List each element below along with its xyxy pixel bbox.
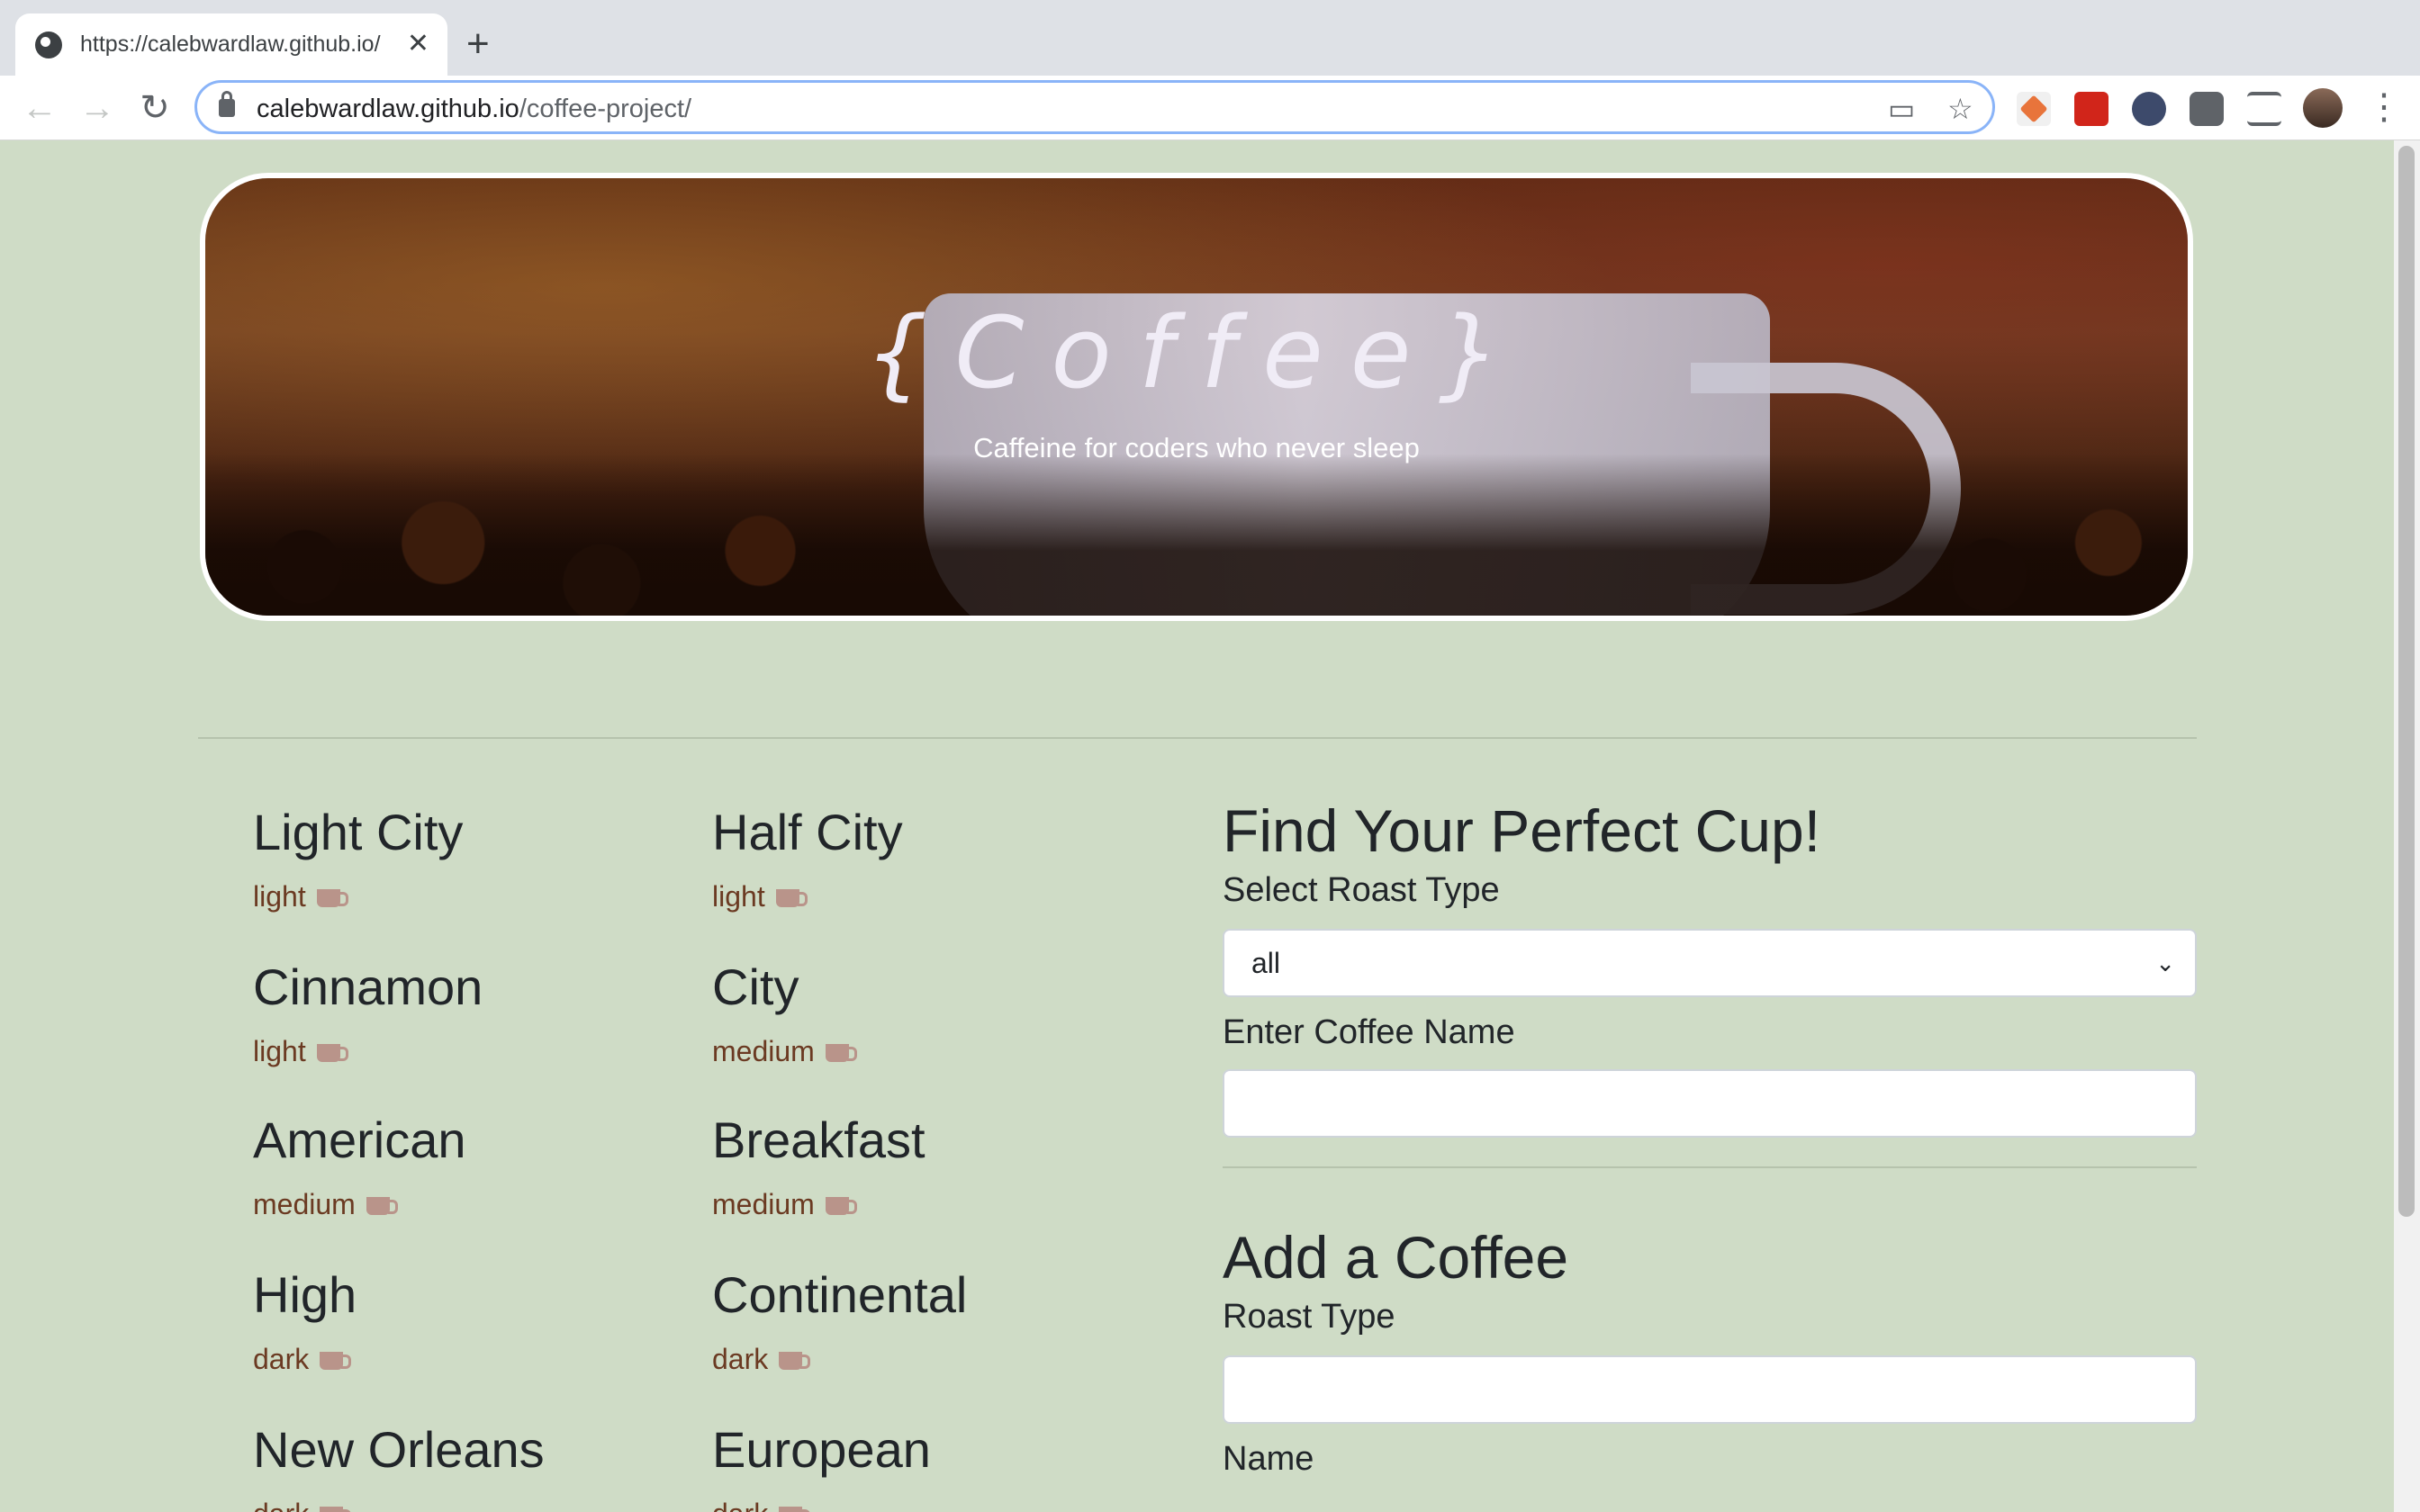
roast-label: light — [253, 1035, 306, 1067]
coffee-beans-image — [205, 454, 2188, 616]
coffee-item: City medium — [712, 956, 1144, 1068]
roast-type-select[interactable]: all ⌄ — [1223, 929, 2197, 997]
coffee-cup-icon — [320, 1506, 352, 1512]
coffee-roast: dark — [253, 1343, 685, 1376]
hero-title: {Coffee} — [864, 295, 1529, 410]
coffee-roast: medium — [253, 1188, 685, 1221]
section-divider — [198, 737, 2197, 739]
add-coffee-heading: Add a Coffee — [1223, 1224, 1569, 1291]
coffee-roast: dark — [253, 1498, 685, 1512]
coffee-roast: light — [253, 1035, 685, 1068]
coffee-cup-icon — [825, 1043, 857, 1064]
chrome-menu-icon[interactable]: ⋮ — [2366, 85, 2402, 130]
coffee-item: Light City light — [253, 801, 685, 914]
add-roast-label: Roast Type — [1223, 1298, 1395, 1336]
roast-label: dark — [253, 1498, 309, 1512]
coffee-cup-icon — [320, 1351, 352, 1372]
coffee-cup-icon — [775, 888, 808, 909]
add-name-label: Name — [1223, 1440, 1314, 1478]
roast-label: dark — [253, 1343, 310, 1375]
url-path: /coffee-project/ — [519, 94, 692, 123]
coffee-roast: light — [712, 880, 1144, 914]
coffee-item: New Orleans dark — [253, 1418, 685, 1512]
reading-list-icon[interactable] — [2247, 92, 2281, 126]
coffee-item: Half City light — [712, 801, 1144, 914]
coffee-name: American — [253, 1112, 466, 1168]
browser-toolbar: ← → ↻ calebwardlaw.github.io/coffee-proj… — [0, 76, 2420, 140]
coffee-roast: medium — [712, 1188, 1144, 1221]
roast-label: light — [712, 880, 765, 913]
coffee-cup-icon — [316, 1043, 348, 1064]
coffee-item: American medium — [253, 1109, 685, 1221]
coffee-cup-icon — [779, 1506, 811, 1512]
add-roast-input[interactable] — [1223, 1355, 2197, 1424]
coffee-cup-icon — [779, 1351, 811, 1372]
hero-subtitle: Caffeine for coders who never sleep — [973, 432, 1420, 464]
coffee-item: Continental dark — [712, 1264, 1144, 1376]
coffee-roast: dark — [712, 1343, 1144, 1376]
coffee-form-panel: Find Your Perfect Cup! Select Roast Type… — [1223, 792, 2197, 1483]
coffee-name-search-input[interactable] — [1223, 1069, 2197, 1138]
hero-banner: {Coffee} Caffeine for coders who never s… — [200, 173, 2193, 621]
forward-button[interactable]: → — [72, 83, 122, 133]
coffee-name: Half City — [712, 804, 903, 860]
tab-title: https://calebwardlaw.github.io/ — [80, 32, 381, 57]
roast-label: dark — [712, 1343, 769, 1375]
coffee-name: Breakfast — [712, 1112, 926, 1168]
back-button[interactable]: ← — [14, 83, 65, 133]
coffee-name-label: Enter Coffee Name — [1223, 1013, 1515, 1051]
chevron-down-icon: ⌄ — [2155, 950, 2175, 976]
coffee-roast: medium — [712, 1035, 1144, 1068]
bookmark-star-icon[interactable]: ☆ — [1947, 92, 1973, 126]
puzzle-extensions-icon[interactable] — [2190, 92, 2224, 126]
coffee-item: Cinnamon light — [253, 956, 685, 1068]
coffee-name: City — [712, 958, 799, 1015]
coffee-name: High — [253, 1266, 357, 1323]
coffee-cup-icon — [825, 1196, 857, 1217]
coffee-name: New Orleans — [253, 1421, 545, 1478]
roast-label: dark — [712, 1498, 768, 1512]
new-tab-button[interactable]: + — [466, 20, 490, 68]
coffee-roast: dark — [712, 1498, 1144, 1512]
roast-select-value: all — [1251, 947, 1281, 979]
address-bar[interactable]: calebwardlaw.github.io/coffee-project/ ▭… — [194, 80, 1995, 134]
lock-icon[interactable] — [219, 91, 235, 117]
coffee-name: Continental — [712, 1266, 968, 1323]
coffee-name: European — [712, 1421, 931, 1478]
close-tab-icon[interactable]: ✕ — [407, 28, 429, 60]
form-divider — [1223, 1166, 2197, 1168]
git-extension-icon[interactable] — [2017, 92, 2051, 126]
browser-tab-bar: https://calebwardlaw.github.io/ ✕ + — [0, 0, 2420, 76]
cast-icon[interactable]: ▭ — [1888, 92, 1915, 126]
coffee-name: Light City — [253, 804, 464, 860]
coffee-item: European dark — [712, 1418, 1144, 1512]
globe-icon — [35, 31, 62, 58]
roast-label: light — [253, 880, 306, 913]
spy-extension-icon[interactable] — [2132, 92, 2166, 126]
pdf-extension-icon[interactable] — [2074, 92, 2108, 126]
roast-label: medium — [253, 1188, 356, 1220]
roast-label: medium — [712, 1035, 815, 1067]
coffee-item: Breakfast medium — [712, 1109, 1144, 1221]
find-heading: Find Your Perfect Cup! — [1223, 797, 1821, 864]
coffee-cup-icon — [316, 888, 348, 909]
scrollbar-thumb[interactable] — [2398, 146, 2415, 1217]
roast-select-label: Select Roast Type — [1223, 871, 1500, 909]
coffee-roast: light — [253, 880, 685, 914]
coffee-name: Cinnamon — [253, 958, 483, 1015]
url-host: calebwardlaw.github.io — [257, 94, 519, 123]
coffee-cup-icon — [366, 1196, 398, 1217]
coffee-item: High dark — [253, 1264, 685, 1376]
reload-button[interactable]: ↻ — [130, 83, 180, 133]
avatar[interactable] — [2303, 88, 2343, 128]
roast-label: medium — [712, 1188, 815, 1220]
url-text[interactable]: calebwardlaw.github.io/coffee-project/ — [257, 94, 691, 124]
browser-tab[interactable]: https://calebwardlaw.github.io/ ✕ — [15, 14, 447, 76]
